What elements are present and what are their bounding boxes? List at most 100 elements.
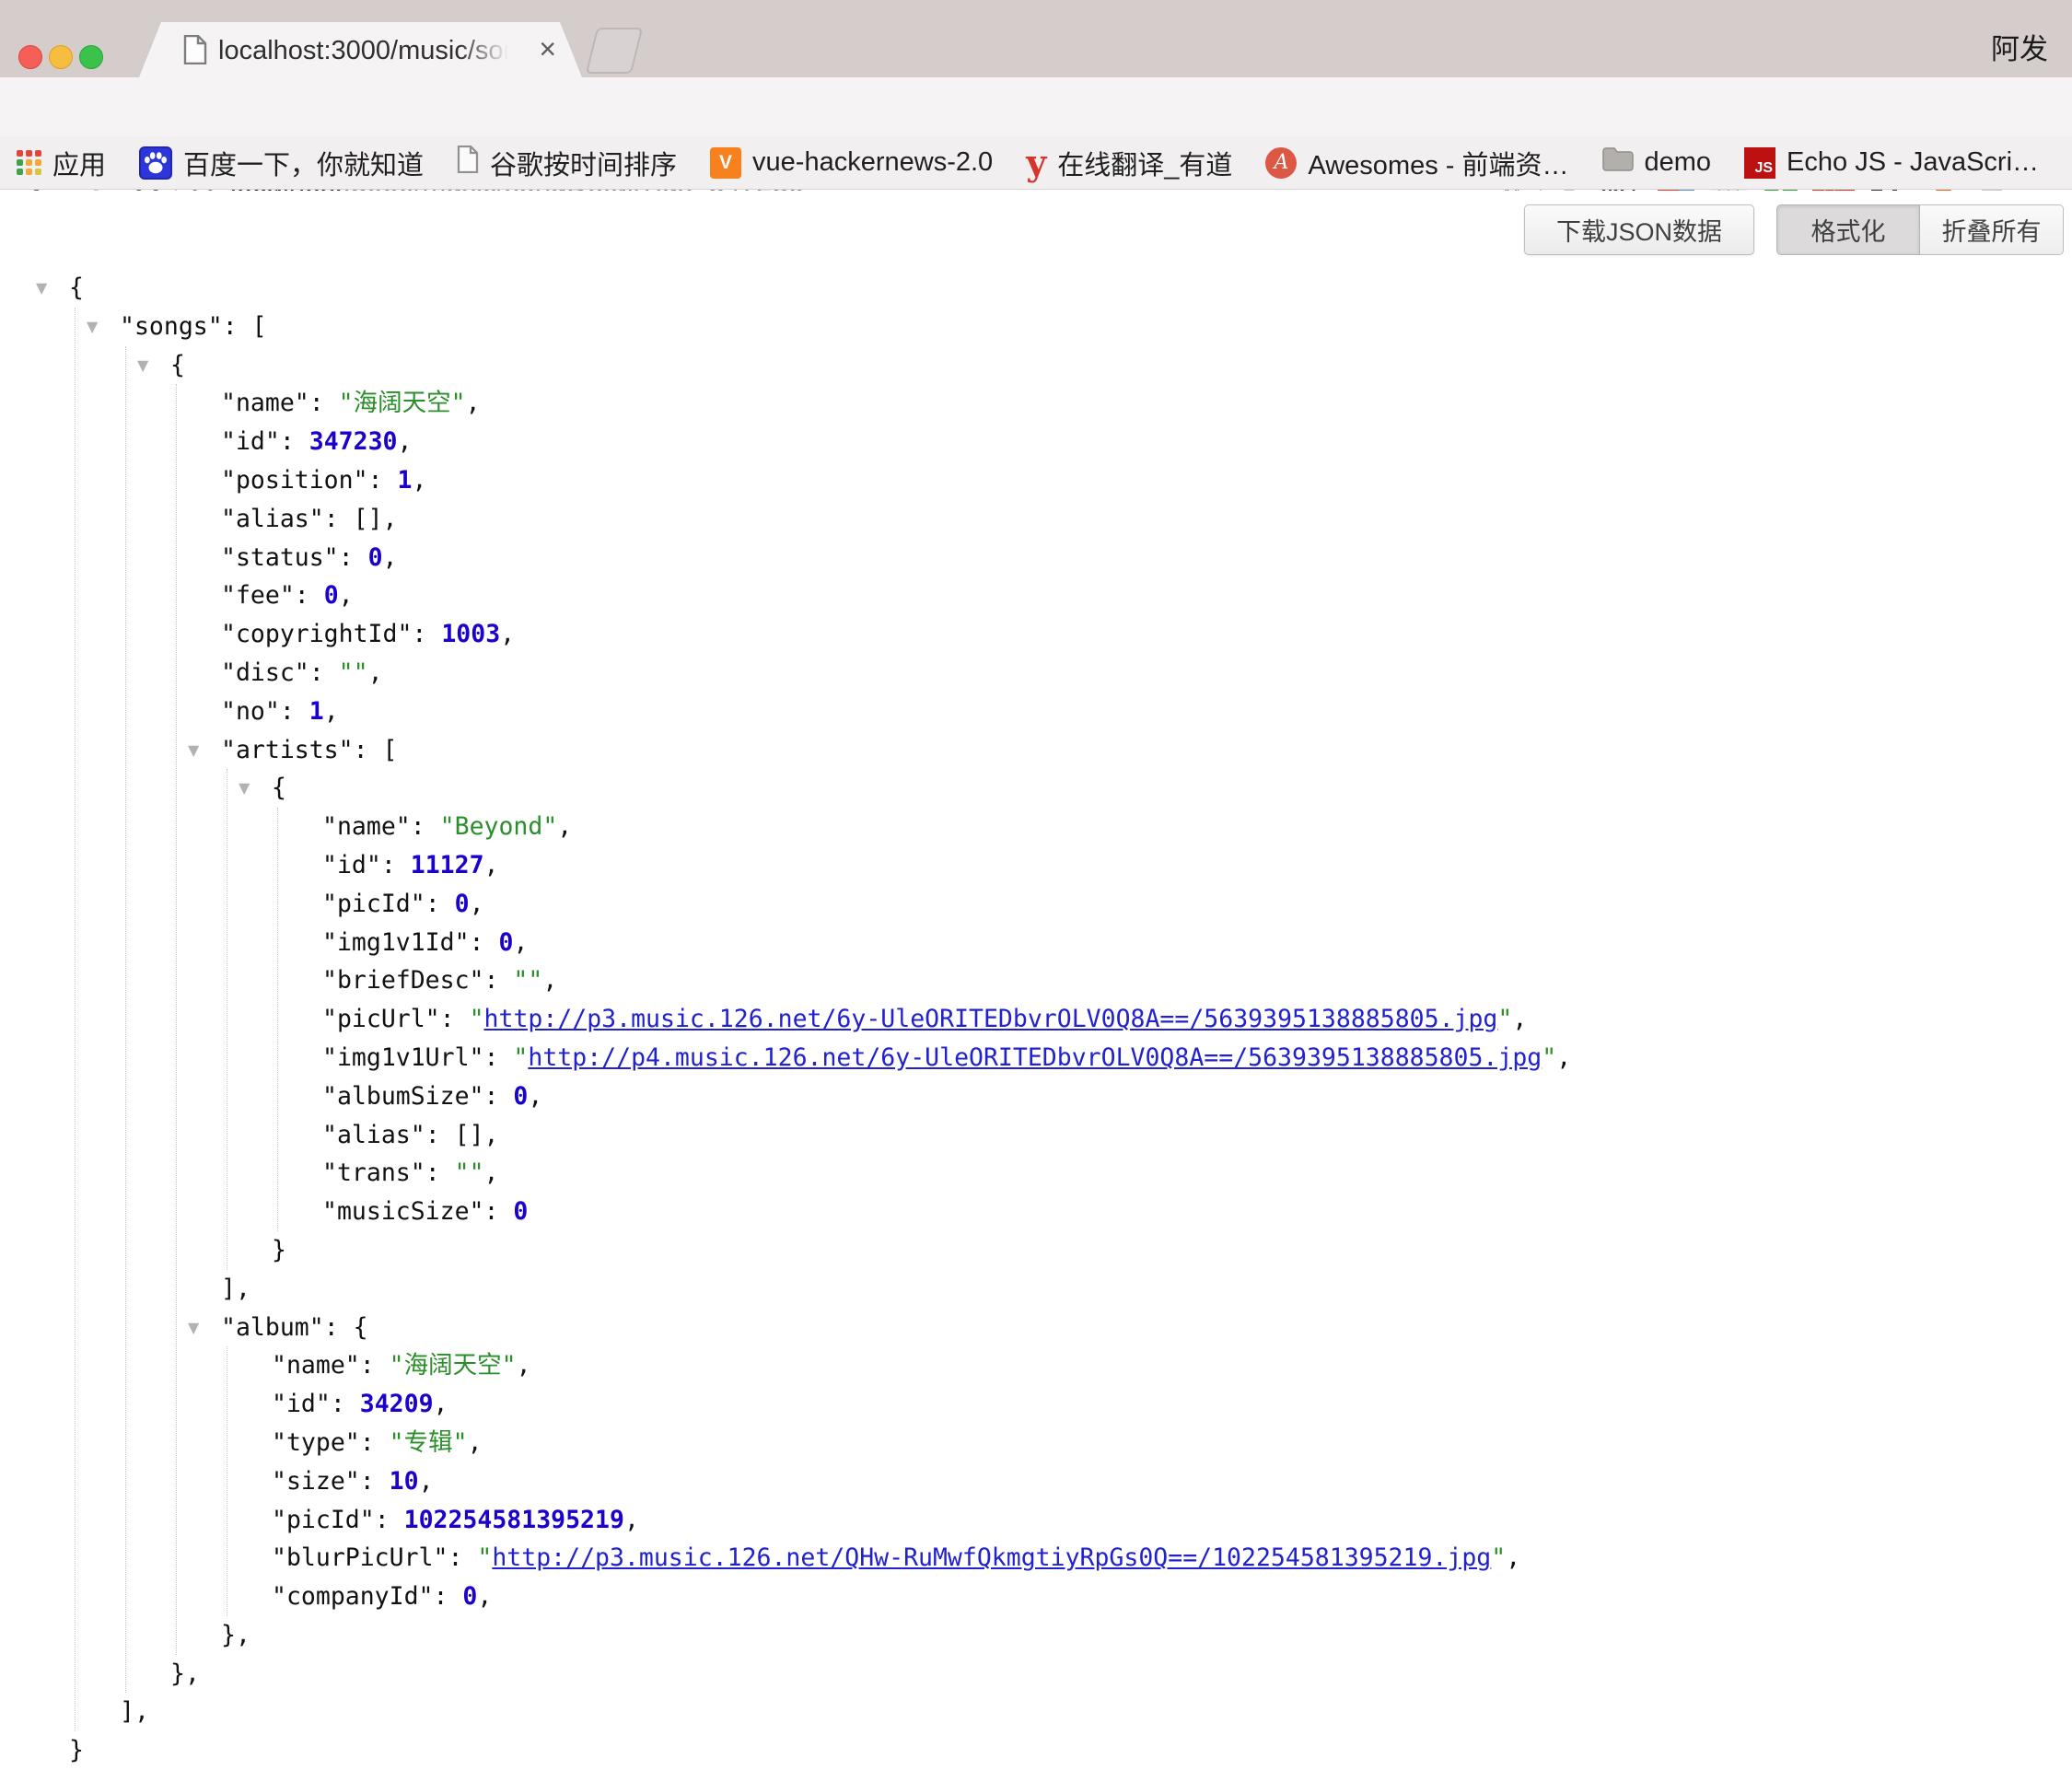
json-comma: , — [624, 1506, 639, 1534]
bookmark-folder-demo[interactable]: demo — [1602, 147, 1712, 179]
json-key: "albumSize" — [322, 1082, 484, 1111]
json-line: "type": "专辑", — [272, 1424, 1571, 1462]
json-close-line: ], — [120, 1693, 1571, 1731]
json-node: "name": "Beyond", — [322, 808, 1571, 846]
json-node: ▼{"name": "海阔天空","id": 347230,"position"… — [170, 346, 1571, 1694]
bookmark-youdao[interactable]: y 在线翻译_有道 — [1026, 144, 1232, 182]
json-node: "picId": 0, — [322, 885, 1571, 924]
profile-name[interactable]: 阿发 — [1991, 26, 2048, 67]
json-value: 0 — [498, 928, 513, 957]
json-comma: , — [500, 620, 515, 648]
json-node: "no": 1, — [221, 693, 1571, 731]
json-line: "disc": "", — [221, 654, 1571, 693]
bookmark-apps[interactable]: 应用 — [17, 144, 106, 182]
json-comma: , — [517, 1351, 531, 1380]
json-line: ▼"artists": [ — [221, 731, 1571, 770]
json-colon: : — [360, 1428, 390, 1457]
json-node: "alias": [], — [322, 1116, 1571, 1155]
tab-close-icon[interactable]: × — [539, 22, 556, 77]
bookmark-vue-hackernews[interactable]: V vue-hackernews-2.0 — [710, 147, 993, 179]
collapse-all-button[interactable]: 折叠所有 — [1920, 204, 2064, 255]
json-node: "fee": 0, — [221, 576, 1571, 615]
json-key: "img1v1Id" — [322, 928, 470, 957]
json-line: "name": "海阔天空", — [272, 1346, 1571, 1385]
json-line: "id": 347230, — [221, 423, 1571, 461]
collapse-triangle-icon[interactable]: ▼ — [188, 1309, 215, 1347]
json-close-bracket: } — [69, 1736, 84, 1764]
close-window-button[interactable] — [18, 45, 42, 69]
json-key: "name" — [322, 812, 411, 841]
json-node: "blurPicUrl": "http://p3.music.126.net/Q… — [272, 1539, 1571, 1578]
json-node: ▼{▼"songs": [▼{"name": "海阔天空","id": 3472… — [69, 269, 1571, 1770]
json-node: "img1v1Id": 0, — [322, 924, 1571, 962]
minimize-window-button[interactable] — [49, 45, 73, 69]
json-value: 0 — [513, 1197, 528, 1226]
fullscreen-window-button[interactable] — [79, 45, 103, 69]
collapse-triangle-icon[interactable]: ▼ — [188, 731, 215, 770]
json-value: 347230 — [309, 427, 398, 456]
json-node: "id": 34209, — [272, 1385, 1571, 1424]
json-open-bracket: { — [354, 1313, 368, 1342]
json-node: ▼"album": {"name": "海阔天空","id": 34209,"t… — [221, 1309, 1571, 1655]
json-open-bracket: [ — [383, 736, 398, 764]
json-key: "name" — [272, 1351, 360, 1380]
json-value: 0 — [368, 543, 383, 572]
browser-toolbar: localhost:3000/music/songDetail?ids=3472… — [0, 77, 2072, 136]
page-icon — [457, 146, 479, 180]
json-open-bracket: { — [69, 274, 84, 302]
json-comma: , — [468, 1428, 483, 1457]
json-colon: : — [425, 1159, 455, 1187]
new-tab-button[interactable] — [586, 28, 643, 74]
json-url-link[interactable]: http://p3.music.126.net/QHw-RuMwfQkmgtiy… — [492, 1543, 1491, 1572]
json-colon: : — [280, 427, 309, 456]
json-key: "position" — [221, 466, 368, 495]
vue-icon: V — [710, 147, 741, 179]
json-key: "picUrl" — [322, 1005, 440, 1033]
collapse-triangle-icon[interactable]: ▼ — [239, 769, 266, 808]
json-children: "name": "海阔天空","id": 34209,"type": "专辑",… — [227, 1346, 1571, 1616]
json-key: "id" — [272, 1390, 331, 1418]
download-json-button[interactable]: 下载JSON数据 — [1524, 204, 1754, 255]
json-comma: , — [557, 812, 572, 841]
json-node: "copyrightId": 1003, — [221, 615, 1571, 654]
json-close-line: } — [272, 1231, 1571, 1270]
json-value: " — [470, 1005, 484, 1033]
view-toggle-group: 格式化 折叠所有 — [1776, 204, 2064, 255]
json-node: "id": 347230, — [221, 423, 1571, 461]
json-node: ▼"songs": [▼{"name": "海阔天空","id": 347230… — [120, 308, 1571, 1731]
json-value: " — [1497, 1005, 1512, 1033]
json-key: "id" — [322, 851, 381, 879]
json-close-bracket: ], — [221, 1275, 250, 1303]
json-key: "picId" — [272, 1506, 375, 1534]
json-colon: : — [280, 697, 309, 726]
bookmark-echojs[interactable]: JS Echo JS - JavaScri… — [1744, 147, 2039, 179]
collapse-triangle-icon[interactable]: ▼ — [137, 346, 165, 385]
bookmark-google-sort[interactable]: 谷歌按时间排序 — [457, 144, 677, 182]
bookmark-baidu[interactable]: 百度一下，你就知道 — [139, 144, 424, 182]
json-colon: : — [381, 851, 411, 879]
json-value: "" — [513, 966, 542, 995]
json-colon: : — [484, 1082, 514, 1111]
json-line: ▼{ — [272, 769, 1571, 808]
json-url-link[interactable]: http://p3.music.126.net/6y-UleORITEDbvrO… — [484, 1005, 1498, 1033]
json-url-link[interactable]: http://p4.music.126.net/6y-UleORITEDbvrO… — [528, 1043, 1542, 1072]
json-node: "briefDesc": "", — [322, 961, 1571, 1000]
json-comma: , — [397, 427, 412, 456]
format-button[interactable]: 格式化 — [1776, 204, 1920, 255]
json-colon: : — [223, 312, 252, 341]
json-line: "name": "Beyond", — [322, 808, 1571, 846]
bookmark-awesomes[interactable]: A Awesomes - 前端资… — [1265, 144, 1568, 182]
json-line: "size": 10, — [272, 1462, 1571, 1501]
browser-tab[interactable]: localhost:3000/music/songDet × — [139, 22, 582, 77]
collapse-triangle-icon[interactable]: ▼ — [36, 269, 64, 308]
json-close-line: ], — [221, 1270, 1571, 1309]
json-key: "name" — [221, 389, 309, 417]
json-line: "picUrl": "http://p3.music.126.net/6y-Ul… — [322, 1000, 1571, 1039]
json-line: ▼{ — [69, 269, 1571, 308]
collapse-triangle-icon[interactable]: ▼ — [87, 308, 114, 346]
json-node: "picUrl": "http://p3.music.126.net/6y-Ul… — [322, 1000, 1571, 1039]
json-comma: , — [339, 581, 354, 610]
json-line: "alias": [], — [221, 500, 1571, 539]
json-node: "name": "海阔天空", — [272, 1346, 1571, 1385]
json-close-line: } — [69, 1731, 1571, 1770]
